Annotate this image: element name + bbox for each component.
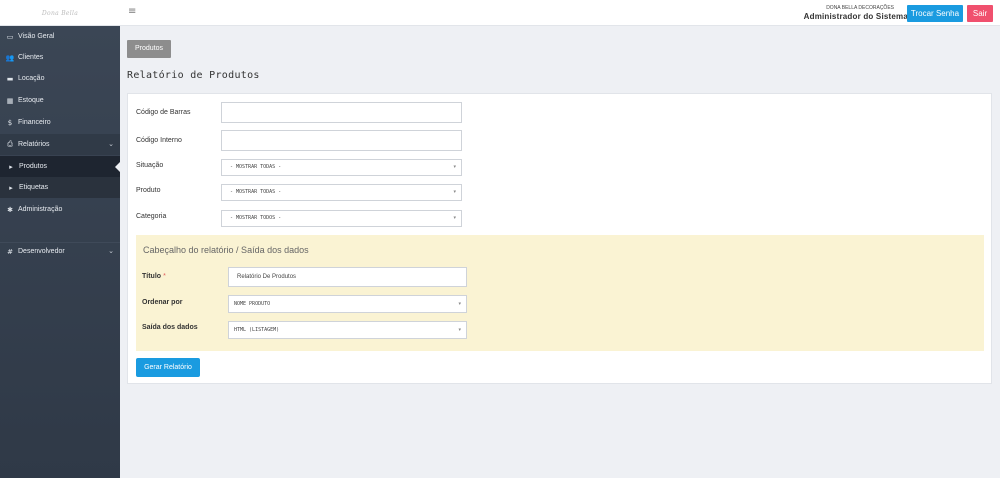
hamburger-icon[interactable]: ≡ — [128, 7, 136, 17]
status-select-value: - MOSTRAR TODAS - — [230, 164, 282, 170]
dollar-icon: $ — [7, 118, 13, 127]
chevron-down-icon: ▾ — [453, 189, 456, 195]
logo-text: Dona Bella — [41, 9, 79, 17]
category-select-value: - MOSTRAR TODOS - — [230, 215, 282, 221]
grid-icon: ▦ — [6, 96, 14, 105]
page-title: Relatório de Produtos — [127, 70, 260, 81]
logout-button[interactable]: Sair — [967, 5, 993, 22]
sidebar-item-label: Visão Geral — [18, 33, 55, 40]
monitor-icon: ▭ — [6, 32, 14, 41]
sidebar-item-label: Produtos — [19, 163, 48, 170]
sidebar-item-locacao[interactable]: ▬ Locação — [0, 68, 120, 89]
change-password-button[interactable]: Trocar Senha — [907, 5, 963, 22]
users-icon: 👥 — [5, 53, 15, 62]
barcode-label: Código de Barras — [136, 109, 191, 116]
order-by-select-value: NOME PRODUTO — [234, 301, 271, 307]
status-select[interactable]: - MOSTRAR TODAS - ▾ — [221, 159, 462, 176]
chevron-down-icon: ⌄ — [108, 247, 114, 255]
gear-icon: ✱ — [7, 205, 13, 214]
product-label: Produto — [136, 187, 161, 194]
chevron-down-icon: ▾ — [458, 301, 461, 307]
logo[interactable]: Dona Bella — [0, 0, 120, 26]
sidebar-item-label: Administração — [18, 206, 63, 213]
output-settings-panel: Cabeçalho do relatório / Saída dos dados… — [136, 235, 984, 351]
sidebar-item-relatorios[interactable]: ⎙ Relatórios ⌄ — [0, 134, 120, 155]
sidebar-item-clientes[interactable]: 👥 Clientes — [0, 47, 120, 68]
caret-right-icon: ▸ — [9, 162, 13, 171]
printer-icon: ⎙ — [7, 140, 13, 148]
sidebar-item-label: Relatórios — [18, 141, 50, 148]
category-label: Categoria — [136, 213, 167, 220]
chevron-down-icon: ▾ — [453, 215, 456, 221]
report-form-card: Código de Barras Código Interno Situação… — [127, 93, 992, 384]
internal-code-input[interactable] — [221, 130, 462, 151]
required-mark: * — [163, 273, 166, 280]
caret-right-icon: ▸ — [9, 183, 13, 192]
output-format-label: Saída dos dados — [142, 324, 198, 331]
sidebar-item-desenvolvedor[interactable]: # Desenvolvedor ⌄ — [0, 241, 120, 262]
sidebar-item-label: Etiquetas — [19, 184, 49, 191]
generate-report-button[interactable]: Gerar Relatório — [136, 358, 200, 377]
barcode-input[interactable] — [221, 102, 462, 123]
report-title-label-text: Título — [142, 273, 162, 280]
sidebar-item-etiquetas[interactable]: ▸ Etiquetas — [0, 177, 120, 198]
report-title-input[interactable]: Relatório De Produtos — [228, 267, 467, 287]
top-bar: Dona Bella ≡ DONA BELLA DECORAÇÕES Admin… — [0, 0, 1000, 26]
car-icon: ▬ — [6, 74, 14, 83]
hash-icon: # — [7, 247, 13, 256]
order-by-select[interactable]: NOME PRODUTO ▾ — [228, 295, 467, 313]
sidebar-item-label: Financeiro — [18, 119, 51, 126]
sidebar-item-administracao[interactable]: ✱ Administração — [0, 199, 120, 220]
output-format-select[interactable]: HTML (LISTAGEM) ▾ — [228, 321, 467, 339]
status-label: Situação — [136, 162, 164, 169]
sidebar: ▭ Visão Geral 👥 Clientes ▬ Locação ▦ Est… — [0, 26, 120, 478]
sidebar-item-financeiro[interactable]: $ Financeiro — [0, 112, 120, 133]
output-panel-title: Cabeçalho do relatório / Saída dos dados — [143, 245, 309, 255]
internal-code-label: Código Interno — [136, 137, 182, 144]
breadcrumb-produtos[interactable]: Produtos — [127, 40, 171, 58]
sidebar-item-estoque[interactable]: ▦ Estoque — [0, 90, 120, 111]
product-select-value: - MOSTRAR TODAS - — [230, 189, 282, 195]
sidebar-item-label: Estoque — [18, 97, 44, 104]
sidebar-item-visao-geral[interactable]: ▭ Visão Geral — [0, 26, 120, 47]
sidebar-item-label: Desenvolvedor — [18, 248, 65, 255]
chevron-down-icon: ⌄ — [108, 140, 114, 148]
user-role: Administrador do Sistema — [803, 12, 908, 21]
sidebar-item-label: Clientes — [18, 54, 44, 61]
sidebar-item-label: Locação — [18, 75, 45, 82]
chevron-down-icon: ▾ — [453, 164, 456, 170]
company-name: DONA BELLA DECORAÇÕES — [826, 5, 894, 11]
active-indicator — [115, 162, 120, 172]
chevron-down-icon: ▾ — [458, 327, 461, 333]
order-by-label: Ordenar por — [142, 299, 183, 306]
report-title-label: Título * — [142, 273, 166, 280]
output-format-select-value: HTML (LISTAGEM) — [234, 327, 280, 333]
product-select[interactable]: - MOSTRAR TODAS - ▾ — [221, 184, 462, 201]
sidebar-item-produtos[interactable]: ▸ Produtos — [0, 156, 120, 177]
category-select[interactable]: - MOSTRAR TODOS - ▾ — [221, 210, 462, 227]
